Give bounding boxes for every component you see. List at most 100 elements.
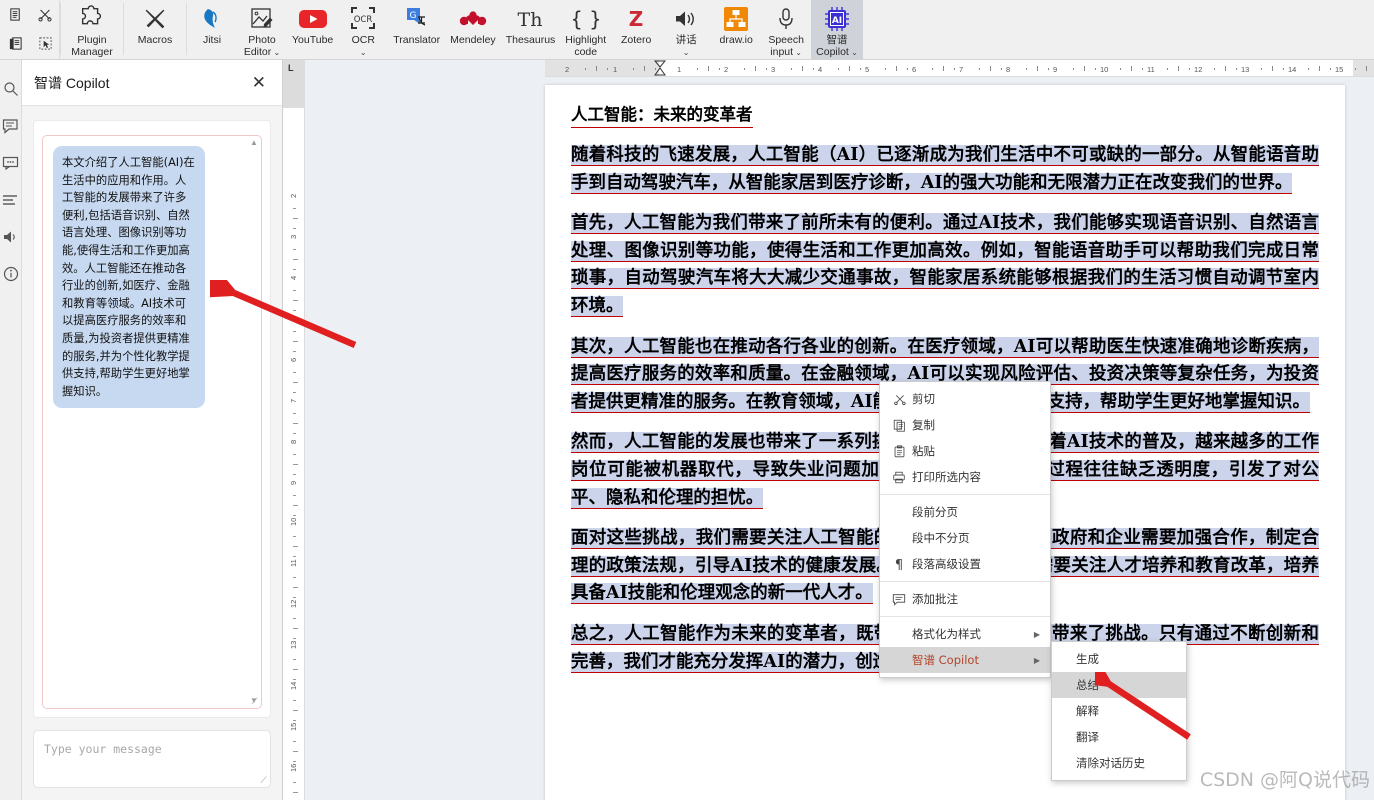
ruler-minor-tick: [1178, 66, 1179, 71]
toolbar-translator[interactable]: G Translator: [388, 0, 445, 59]
scroll-up-icon[interactable]: ▲: [250, 139, 258, 147]
jitsi-icon: [199, 4, 225, 34]
ruler-tick-label: 11: [1147, 65, 1155, 74]
toolbar-speech-input[interactable]: Speech input ⌄: [761, 0, 811, 59]
ruler-minor-tick: [644, 66, 645, 71]
submenu-item-clear-history[interactable]: 清除对话历史: [1052, 750, 1186, 776]
toolbar-drawio-label: draw.io: [719, 34, 753, 46]
copilot-panel: 智谱 Copilot ✕ 本文介绍了人工智能(AI)在生活中的应用和作用。人工智…: [22, 60, 283, 800]
paragraph-align-icon[interactable]: [2, 191, 20, 209]
submenu-item-translate[interactable]: 翻译: [1052, 724, 1186, 750]
toolbar-jitsi[interactable]: Jitsi: [187, 0, 237, 59]
vruler-minor-tick: [293, 341, 298, 342]
context-menu-item-zhipu-copilot[interactable]: 智谱 Copilot ▶: [880, 647, 1050, 673]
chevron-down-icon: ⌄: [848, 47, 858, 57]
toolbar-zhipu-copilot-label: 智谱 Copilot ⌄: [816, 34, 858, 58]
vruler-minor-tick: [293, 218, 298, 219]
indent-marker-icon[interactable]: [653, 60, 667, 77]
context-menu-item-format-as-style[interactable]: 格式化为样式 ▶: [880, 621, 1050, 647]
toolbar-speak[interactable]: 讲话 ⌄: [661, 0, 711, 59]
cut-icon[interactable]: [30, 0, 60, 29]
vruler-minor-tick: [293, 505, 298, 506]
copilot-submenu[interactable]: 生成 总结 解释 翻译 清除对话历史: [1051, 641, 1187, 781]
vruler-minor-tick: [293, 290, 296, 291]
toolbar-highlight-code[interactable]: { } Highlight code: [560, 0, 611, 59]
toolbar-zotero[interactable]: Z Zotero: [611, 0, 661, 59]
tools-icon: [141, 4, 169, 34]
ruler-minor-tick: [1084, 66, 1085, 71]
chevron-right-icon: ▶: [1033, 629, 1040, 639]
ruler-minor-tick: [1026, 68, 1027, 70]
vruler-tick-label: 8: [289, 439, 298, 444]
context-menu-item-add-comment[interactable]: 添加批注: [880, 586, 1050, 612]
toolbar-thesaurus[interactable]: Th Thesaurus: [501, 0, 561, 59]
toolbar-plugin-manager[interactable]: Plugin Manager: [61, 0, 123, 59]
toolbar-macros[interactable]: Macros: [124, 0, 186, 59]
vruler-minor-tick: [293, 556, 296, 557]
comment-icon[interactable]: [2, 117, 20, 135]
ruler-tick-label: 1: [677, 65, 682, 74]
message-input[interactable]: Type your message ⟋: [33, 730, 271, 788]
ruler-minor-tick: [1120, 68, 1121, 70]
copilot-panel-title: 智谱 Copilot: [34, 74, 110, 91]
chat-resize-grip[interactable]: ⟋: [249, 696, 260, 707]
vruler-minor-tick: [293, 208, 296, 209]
search-icon[interactable]: [2, 80, 20, 98]
info-icon[interactable]: [2, 265, 20, 283]
vertical-ruler[interactable]: L 2 3 4 5 6 7 8 9 10 11 12 13 14 15 16: [283, 60, 305, 800]
context-menu-item-copy[interactable]: 复制: [880, 412, 1050, 438]
context-menu-item-paste-label: 粘贴: [912, 444, 935, 458]
submenu-item-explain[interactable]: 解释: [1052, 698, 1186, 724]
chat-history[interactable]: 本文介绍了人工智能(AI)在生活中的应用和作用。人工智能的发展带来了许多便利,包…: [42, 135, 262, 709]
context-menu-item-paste[interactable]: 粘贴: [880, 438, 1050, 464]
ruler-minor-tick: [1048, 68, 1049, 70]
toolbar-zhipu-copilot[interactable]: AI 智谱 Copilot ⌄: [811, 0, 863, 59]
thesaurus-icon: Th: [515, 4, 545, 34]
toolbar-photo-editor[interactable]: Photo Editor ⌄: [237, 0, 287, 59]
ruler-minor-tick: [1330, 68, 1331, 70]
toolbar-ocr[interactable]: OCR OCR ⌄: [338, 0, 388, 59]
chevron-down-icon: ⌄: [793, 47, 803, 57]
close-icon[interactable]: ✕: [248, 72, 270, 93]
ruler-minor-tick: [954, 68, 955, 70]
ruler-minor-tick: [1283, 68, 1284, 70]
submenu-item-summarize-label: 总结: [1076, 678, 1099, 692]
chat-wrapper: 本文介绍了人工智能(AI)在生活中的应用和作用。人工智能的发展带来了许多便利,包…: [33, 120, 271, 718]
copy-icon[interactable]: [0, 0, 30, 29]
vruler-minor-tick: [293, 413, 296, 414]
chat-scrollbar[interactable]: ▲ ▼: [248, 137, 260, 707]
chat-box-icon[interactable]: [2, 154, 20, 172]
context-menu-item-copy-label: 复制: [912, 418, 935, 432]
braces-icon: { }: [573, 4, 599, 34]
context-menu-item-paragraph-advanced-label: 段落高级设置: [912, 557, 981, 571]
svg-text:Z: Z: [629, 7, 644, 31]
toolbar-drawio[interactable]: draw.io: [711, 0, 761, 59]
ruler-minor-tick: [633, 68, 634, 70]
context-menu-item-cut[interactable]: 剪切: [880, 386, 1050, 412]
document-paragraph-1: 随着科技的飞速发展，人工智能（AI）已逐渐成为我们生活中不可或缺的一部分。从智能…: [571, 145, 1319, 194]
ruler-minor-tick: [979, 68, 980, 70]
vruler-tick-label: 12: [289, 599, 298, 608]
vruler-tick-label: 10: [289, 517, 298, 526]
context-menu-separator-2: [880, 581, 1050, 582]
select-tool-icon[interactable]: [30, 29, 60, 58]
context-menu-item-paragraph-advanced[interactable]: ¶ 段落高级设置: [880, 551, 1050, 577]
speaker-icon[interactable]: [2, 228, 20, 246]
vruler-minor-tick: [293, 628, 298, 629]
submenu-item-generate[interactable]: 生成: [1052, 646, 1186, 672]
horizontal-ruler[interactable]: 2 1 1 2 3 4 5 6 7 8 9 10 11 12 13 14 15: [545, 60, 1374, 77]
toolbar-mendeley[interactable]: Mendeley: [445, 0, 501, 59]
context-menu-item-keep-lines-together[interactable]: 段中不分页: [880, 525, 1050, 551]
tab-stop-icon[interactable]: L: [288, 63, 294, 73]
context-menu-item-page-break-before[interactable]: 段前分页: [880, 499, 1050, 525]
ruler-tick-label: 12: [1194, 65, 1203, 74]
message-resize-grip[interactable]: ⟋: [258, 775, 269, 786]
vruler-minor-tick: [293, 546, 298, 547]
paste-icon[interactable]: [0, 29, 30, 58]
submenu-item-summarize[interactable]: 总结: [1052, 672, 1186, 698]
vruler-tick-label: 6: [289, 357, 298, 362]
ruler-minor-tick: [849, 66, 850, 71]
context-menu-item-print-selection[interactable]: 打印所选内容: [880, 464, 1050, 490]
context-menu[interactable]: 剪切 复制 粘贴 打印所选内容 段前分页 段中不分页 ¶ 段落高级设置 添加批注…: [879, 381, 1051, 678]
toolbar-youtube[interactable]: YouTube: [287, 0, 338, 59]
